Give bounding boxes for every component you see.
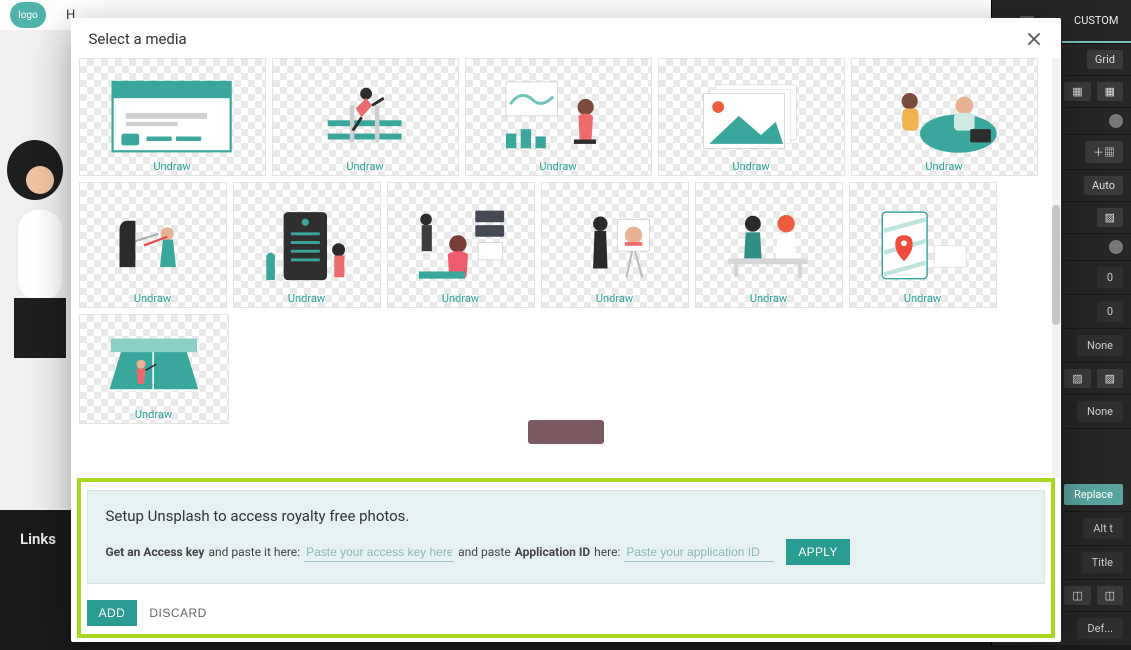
add-button[interactable]: ADD	[87, 600, 138, 626]
close-icon[interactable]	[1025, 30, 1043, 48]
thumb-caption: Undraw	[80, 408, 228, 421]
illustration-wireframe	[93, 76, 250, 157]
media-thumb[interactable]: Undraw	[465, 58, 652, 176]
media-modal: Select a media	[71, 18, 1061, 642]
illustration-phone-dashboard	[244, 202, 368, 289]
media-thumb[interactable]: Undraw	[233, 182, 381, 308]
setup-text-2: and paste	[458, 545, 511, 559]
load-more-button[interactable]	[528, 420, 604, 444]
thumb-caption: Undraw	[388, 292, 534, 305]
illustration-bench-chat	[706, 202, 830, 289]
thumb-caption: Undraw	[850, 292, 996, 305]
media-thumb[interactable]: Undraw	[79, 182, 227, 308]
thumb-caption: Undraw	[542, 292, 688, 305]
illustration-beanbag	[865, 76, 1022, 157]
illustration-desk-worker	[398, 202, 522, 289]
access-key-input[interactable]	[304, 543, 454, 562]
discard-button[interactable]: DISCARD	[149, 606, 207, 620]
media-thumb[interactable]: Undraw	[272, 58, 459, 176]
thumb-caption: Undraw	[852, 160, 1037, 173]
setup-line: Get an Access key and paste it here: and…	[106, 539, 1026, 565]
highlighted-region: Setup Unsplash to access royalty free ph…	[77, 478, 1055, 638]
media-thumb[interactable]: Undraw	[695, 182, 843, 308]
modal-actions: ADD DISCARD	[87, 600, 1045, 626]
setup-heading: Setup Unsplash to access royalty free ph…	[106, 507, 1026, 525]
thumb-caption: Undraw	[696, 292, 842, 305]
setup-text-1: and paste it here:	[208, 545, 300, 559]
media-gallery: Undraw Undraw	[79, 58, 1053, 428]
illustration-easel	[552, 202, 676, 289]
thumb-caption: Undraw	[234, 292, 380, 305]
thumb-caption: Undraw	[466, 160, 651, 173]
illustration-photo-stack	[672, 76, 829, 157]
get-access-key-label: Get an Access key	[106, 545, 205, 559]
thumb-caption: Undraw	[659, 160, 844, 173]
media-thumb[interactable]: Undraw	[387, 182, 535, 308]
modal-title: Select a media	[89, 30, 187, 48]
unsplash-setup-box: Setup Unsplash to access royalty free ph…	[87, 490, 1045, 584]
media-thumb[interactable]: Undraw	[658, 58, 845, 176]
application-id-input[interactable]	[624, 543, 774, 562]
illustration-painter	[479, 76, 636, 157]
application-id-label: Application ID	[515, 545, 590, 559]
media-thumb[interactable]: Undraw	[79, 58, 266, 176]
thumb-caption: Undraw	[273, 160, 458, 173]
gallery-scroll[interactable]: Undraw Undraw	[71, 58, 1061, 478]
media-thumb[interactable]: Undraw	[79, 314, 229, 424]
apply-button[interactable]: APPLY	[786, 539, 849, 565]
setup-text-3: here:	[594, 545, 620, 559]
illustration-swordfight	[90, 202, 214, 289]
gallery-scrollbar[interactable]	[1052, 58, 1060, 478]
thumb-caption: Undraw	[80, 292, 226, 305]
media-thumb[interactable]: Undraw	[541, 182, 689, 308]
illustration-runner	[286, 76, 443, 157]
illustration-tennis	[91, 331, 217, 407]
modal-header: Select a media	[71, 18, 1061, 58]
thumb-caption: Undraw	[80, 160, 265, 173]
illustration-map-pin	[860, 202, 984, 289]
modal-overlay: Select a media	[0, 0, 1131, 646]
scrollbar-thumb[interactable]	[1052, 205, 1060, 325]
media-thumb[interactable]: Undraw	[849, 182, 997, 308]
media-thumb[interactable]: Undraw	[851, 58, 1038, 176]
